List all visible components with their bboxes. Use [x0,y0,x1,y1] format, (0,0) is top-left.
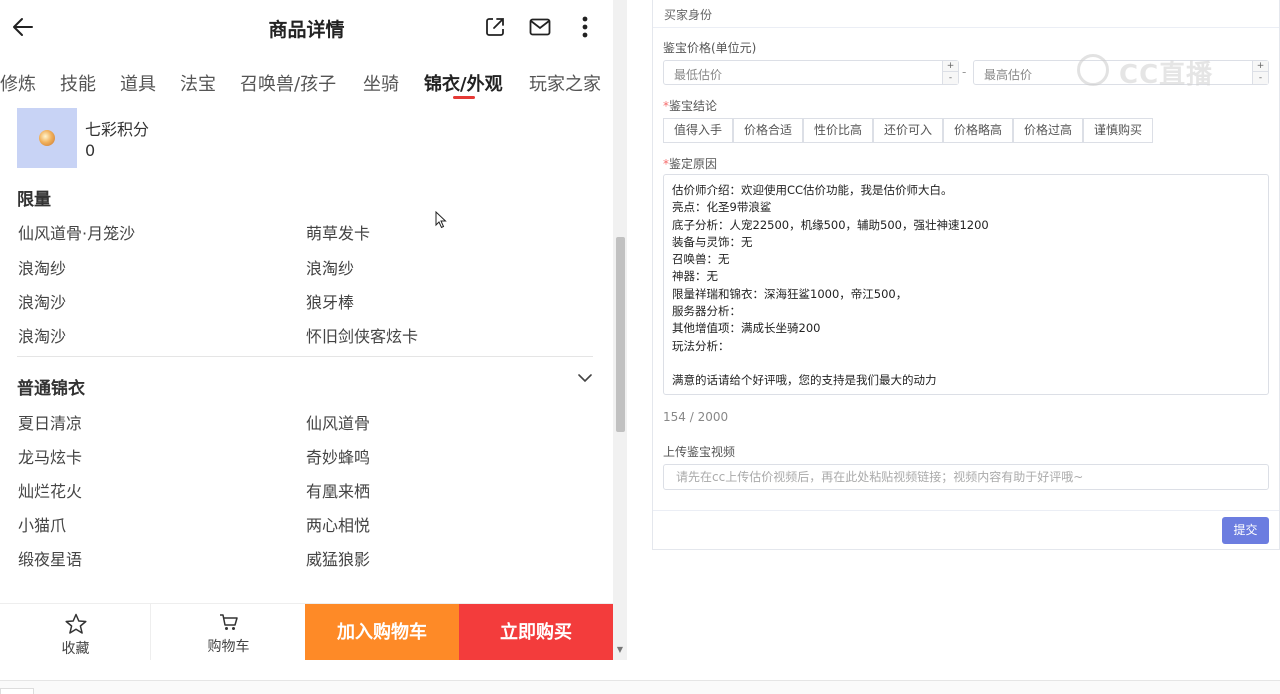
normal-item: 缎夜星语 [18,550,83,569]
points-card: 七彩积分 0 [17,108,317,168]
conclusion-label: *鉴宝结论 [663,99,718,113]
tab-fabao[interactable]: 法宝 [180,70,216,96]
appraisal-form: 买家身份 鉴宝价格(单位元) 最低估价 + - - 最高估价 + - CC直播 … [652,0,1280,550]
reason-line: 其他增值项：满成长坐骑200 [672,321,821,336]
buyer-identity-title: 买家身份 [664,8,713,22]
normal-item: 有凰来栖 [306,482,371,501]
reason-label: *鉴定原因 [663,157,718,171]
price-label: 鉴宝价格(单位元) [663,41,757,55]
chevron-down-icon[interactable] [576,369,594,387]
footer-divider [653,510,1279,511]
conclusion-option[interactable]: 价格合适 [733,118,803,143]
conclusion-option[interactable]: 谨慎购买 [1083,118,1153,143]
conclusion-option[interactable]: 还价可入 [873,118,943,143]
normal-item: 威猛狼影 [306,550,371,569]
conclusion-option[interactable]: 值得入手 [663,118,733,143]
normal-item: 小猫爪 [18,516,67,535]
normal-item: 仙风道骨 [306,414,371,433]
tab-daoju[interactable]: 道具 [120,70,156,96]
submit-button[interactable]: 提交 [1222,517,1269,544]
cc-logo-icon [1077,54,1109,86]
bottom-action-bar: 收藏 购物车 加入购物车 立即购买 [0,603,613,660]
reason-line: 亮点：化圣9带浪鲨 [672,200,772,215]
mail-icon[interactable] [528,15,552,39]
product-detail-panel: 商品详情 修炼 技能 道具 法宝 召唤兽/孩子 坐骑 锦衣/外观 玩家之家 七彩… [0,0,613,660]
reason-line: 满意的话请给个好评哦，您的支持是我们最大的动力 [672,373,937,388]
normal-item: 奇妙蜂鸣 [306,448,371,467]
bottom-strip-tab [0,688,34,694]
decrement-button[interactable]: - [943,72,958,84]
limited-item: 仙风道骨·月笼沙 [18,224,136,243]
normal-item: 夏日清凉 [18,414,83,433]
limited-item: 萌草发卡 [306,224,371,243]
conclusion-option[interactable]: 价格过高 [1013,118,1083,143]
favorite-label: 收藏 [61,641,90,657]
video-link-input[interactable] [664,465,1268,489]
reason-textarea[interactable]: 估价师介绍：欢迎使用CC估价功能，我是估价师大白。 亮点：化圣9带浪鲨 底子分析… [663,174,1269,395]
category-tabs: 修炼 技能 道具 法宝 召唤兽/孩子 坐骑 锦衣/外观 玩家之家 [0,60,613,104]
section-divider [17,356,593,357]
min-price-stepper: + - [942,61,958,84]
tab-zhaohuanshou[interactable]: 召唤兽/孩子 [240,70,336,96]
limited-item: 浪淘沙 [18,293,67,312]
page-title: 商品详情 [268,19,345,41]
min-price-placeholder: 最低估价 [674,68,723,82]
normal-item: 两心相悦 [306,516,371,535]
share-icon[interactable] [483,15,507,39]
tab-xiulian[interactable]: 修炼 [0,70,36,96]
add-to-cart-button[interactable]: 加入购物车 [305,604,459,660]
reason-line: 服务器分析： [672,304,741,319]
bottom-strip [0,680,1280,694]
limited-item: 狼牙棒 [306,293,355,312]
conclusion-option[interactable]: 性价比高 [803,118,873,143]
buy-now-button[interactable]: 立即购买 [459,604,613,660]
tab-jinyi-waiguan[interactable]: 锦衣/外观 [424,70,503,96]
reason-line [672,355,1260,372]
points-value: 0 [85,141,96,160]
scrollbar-thumb[interactable] [616,237,625,432]
watermark-text: CC直播 [1119,60,1214,90]
conclusion-option[interactable]: 价格略高 [943,118,1013,143]
reason-line: 召唤兽：无 [672,252,730,267]
top-bar: 商品详情 [0,0,613,54]
limited-item: 浪淘纱 [306,259,355,278]
reason-line: 限量祥瑞和锦衣：深海狂鲨1000，帝江500， [672,286,908,301]
scroll-down-arrow-icon[interactable]: ▼ [615,645,625,655]
limited-item: 浪淘沙 [18,327,67,346]
active-tab-indicator [453,96,475,99]
cart-button[interactable]: 购物车 [152,604,305,660]
min-price-input[interactable]: 最低估价 + - [663,60,959,85]
favorite-button[interactable]: 收藏 [0,604,151,660]
limited-item: 浪淘纱 [18,259,67,278]
tab-jineng[interactable]: 技能 [60,70,96,96]
gem-icon [39,130,55,146]
mouse-cursor-icon [435,211,447,229]
cc-watermark: CC直播 [1071,44,1271,94]
video-label: 上传鉴宝视频 [663,445,736,459]
limited-item: 怀旧剑侠客炫卡 [306,327,419,346]
tab-zuoqi[interactable]: 坐骑 [363,70,399,96]
cart-icon [220,614,238,630]
reason-line: 神器：无 [672,269,718,284]
star-icon [65,613,87,634]
normal-section-title: 普通锦衣 [17,379,85,399]
reason-line: 底子分析：人宠22500，机缘500，辅助500，强壮神速1200 [672,217,989,232]
range-separator: - [962,65,967,79]
limited-section-title: 限量 [17,190,51,210]
increment-button[interactable]: + [943,61,958,72]
normal-item: 灿烂花火 [18,482,83,501]
points-name: 七彩积分 [85,120,150,139]
points-image [17,108,77,168]
max-price-placeholder: 最高估价 [984,68,1033,82]
reason-line: 装备与灵饰：无 [672,234,753,249]
tab-wanjiazhijia[interactable]: 玩家之家 [529,70,601,96]
normal-item: 龙马炫卡 [18,448,83,467]
reason-line: 估价师介绍：欢迎使用CC估价功能，我是估价师大白。 [672,183,953,197]
video-link-field [663,464,1269,490]
form-header: 买家身份 [653,0,1279,28]
reason-line: 玩法分析： [672,338,730,353]
cart-label: 购物车 [207,639,250,655]
more-vertical-icon[interactable] [576,14,594,40]
char-counter: 154 / 2000 [663,410,729,424]
